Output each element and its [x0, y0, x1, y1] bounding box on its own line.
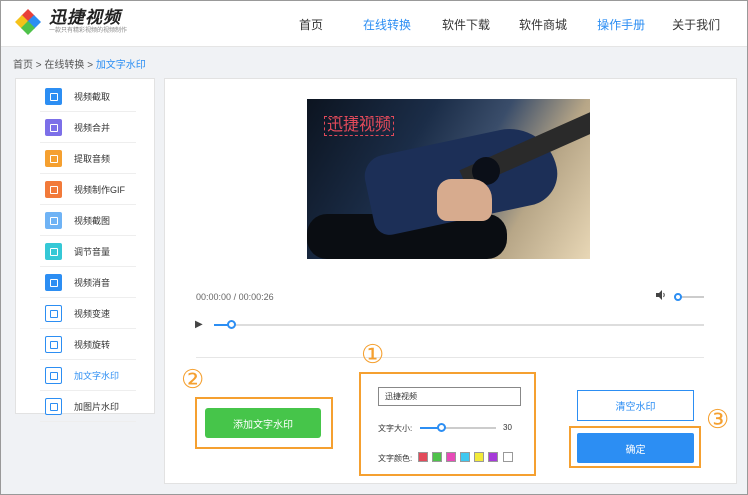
sidebar-item-label: 视频截取	[74, 92, 111, 102]
breadcrumb-sep: >	[35, 60, 42, 71]
sidebar-item-video-merge[interactable]: 视频合并	[16, 112, 156, 143]
sidebar-item-adjust-volume[interactable]: 调节音量	[16, 236, 156, 267]
step-marker-2: ②	[181, 364, 205, 394]
scissors-icon	[45, 212, 62, 229]
logo[interactable]: 迅捷视频 一款只有精彩视频的视频制作	[13, 7, 127, 37]
divider	[196, 357, 704, 358]
color-swatch-yellow[interactable]	[474, 452, 484, 462]
color-swatch-pink[interactable]	[446, 452, 456, 462]
sidebar-item-label: 调节音量	[74, 247, 111, 257]
breadcrumb-current: 加文字水印	[95, 60, 146, 71]
volume-icon	[45, 243, 62, 260]
sidebar-item-label: 提取音频	[74, 154, 111, 164]
font-size-handle[interactable]	[437, 423, 446, 432]
nav-online-convert[interactable]: 在线转换	[363, 16, 411, 33]
sidebar-item-video-crop[interactable]: 视频截取	[16, 81, 156, 112]
step-marker-3: ③	[706, 404, 730, 434]
sidebar-item-image-watermark[interactable]: 加图片水印	[16, 391, 156, 422]
color-swatch-purple[interactable]	[488, 452, 498, 462]
sidebar-item-label: 视频消音	[74, 278, 111, 288]
header: 迅捷视频 一款只有精彩视频的视频制作 首页 在线转换 软件下载 软件商城 操作手…	[1, 1, 747, 47]
sidebar-item-video-speed[interactable]: 视频变速	[16, 298, 156, 329]
sidebar-item-video-rotate[interactable]: 视频旋转	[16, 329, 156, 360]
gif-icon	[45, 181, 62, 198]
step-marker-1: ①	[361, 339, 385, 369]
breadcrumb-home[interactable]: 首页	[13, 60, 33, 71]
sidebar-item-video-screenshot[interactable]: 视频截图	[16, 205, 156, 236]
logo-icon	[13, 7, 43, 37]
sidebar-item-extract-audio[interactable]: 提取音频	[16, 143, 156, 174]
volume-icon[interactable]	[656, 290, 666, 302]
play-icon[interactable]: ▶	[195, 319, 203, 330]
sidebar-item-label: 视频旋转	[74, 340, 111, 350]
nav-download[interactable]: 软件下载	[442, 16, 490, 33]
breadcrumb-sep: >	[87, 60, 94, 71]
headphones-icon	[45, 150, 62, 167]
clear-watermark-button[interactable]: 清空水印	[577, 390, 694, 421]
sidebar-item-label: 视频变速	[74, 309, 111, 319]
sidebar-item-video-gif[interactable]: 视频制作GIF	[16, 174, 156, 205]
color-swatch-green[interactable]	[432, 452, 442, 462]
progress-handle[interactable]	[227, 320, 236, 329]
progress-bar[interactable]	[214, 324, 704, 326]
image-icon	[45, 398, 62, 415]
breadcrumb: 首页 > 在线转换 > 加文字水印	[13, 56, 146, 71]
brand-tagline: 一款只有精彩视频的视频制作	[49, 28, 128, 34]
font-color-label: 文字颜色:	[378, 454, 413, 463]
watermark-text-preview[interactable]: 迅捷视频	[324, 116, 395, 136]
breadcrumb-section[interactable]: 在线转换	[44, 60, 84, 71]
brand-name: 迅捷视频	[49, 8, 121, 27]
sidebar-item-label: 视频合并	[74, 123, 111, 133]
sidebar: 视频截取 视频合并 提取音频 视频制作GIF 视频截图 调节音量 视频消音 视频…	[15, 78, 156, 422]
volume-handle[interactable]	[674, 293, 682, 301]
mute-icon	[45, 274, 62, 291]
add-text-watermark-button[interactable]: 添加文字水印	[205, 408, 321, 438]
confirm-button[interactable]: 确定	[577, 433, 694, 463]
sidebar-item-video-mute[interactable]: 视频消音	[16, 267, 156, 298]
time-sep: /	[233, 292, 237, 302]
video-scene	[437, 179, 492, 221]
nav-store[interactable]: 软件商城	[519, 16, 567, 33]
rotate-icon	[45, 336, 62, 353]
font-size-value: 30	[503, 423, 512, 432]
merge-icon	[45, 119, 62, 136]
speed-icon	[45, 305, 62, 322]
nav-home[interactable]: 首页	[299, 16, 323, 33]
crop-icon	[45, 88, 62, 105]
video-preview[interactable]: 迅捷视频	[307, 99, 590, 259]
color-swatch-red[interactable]	[418, 452, 428, 462]
current-time: 00:00:00	[196, 292, 232, 302]
main-nav: 首页 在线转换 软件下载 软件商城 操作手册 关于我们	[299, 16, 720, 33]
duration: 00:00:26	[238, 292, 274, 302]
nav-manual[interactable]: 操作手册	[597, 16, 645, 33]
sidebar-item-label: 视频制作GIF	[74, 185, 125, 195]
color-swatch-cyan[interactable]	[460, 452, 470, 462]
time-display: 00:00:00 / 00:00:26	[196, 292, 274, 302]
color-swatch-white[interactable]	[503, 452, 513, 462]
sidebar-item-label: 加图片水印	[74, 402, 120, 412]
sidebar-item-label: 视频截图	[74, 216, 111, 226]
sidebar-item-label: 加文字水印	[74, 371, 120, 381]
watermark-text-input[interactable]: 迅捷视频	[378, 387, 521, 406]
sidebar-item-text-watermark[interactable]: 加文字水印	[16, 360, 156, 391]
nav-about[interactable]: 关于我们	[672, 16, 720, 33]
text-icon	[45, 367, 62, 384]
font-size-label: 文字大小:	[378, 424, 413, 433]
